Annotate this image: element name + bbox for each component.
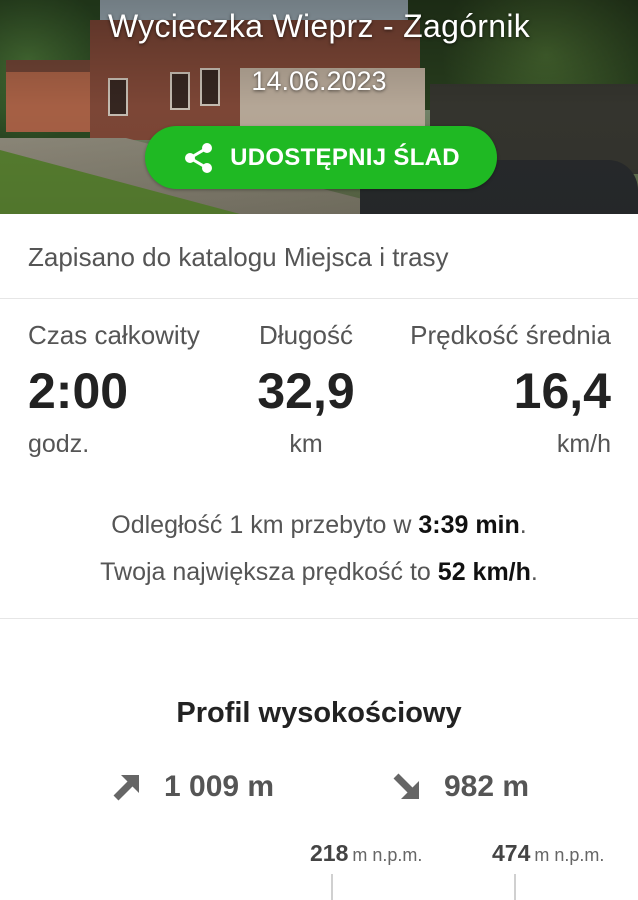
altitude-max-unit: m n.p.m.: [534, 845, 605, 865]
avg-speed-value: 16,4: [513, 363, 611, 419]
descent-value: 982 m: [444, 770, 530, 803]
elevation-profile-title: Profil wysokościowy: [176, 697, 462, 729]
altitude-min-tick: [331, 874, 333, 900]
share-icon: [185, 142, 213, 173]
distance-label: Długość: [259, 320, 353, 350]
total-time-unit: godz.: [28, 430, 90, 458]
max-speed-prefix: Twoja największa prędkość to: [100, 558, 438, 586]
max-speed-info: Twoja największa prędkość to 52 km/h.: [0, 558, 638, 587]
avg-speed-label: Prędkość średnia: [410, 320, 611, 350]
altitude-max-label: 474 m n.p.m.: [492, 840, 604, 867]
share-track-label: UDOSTĘPNIJ ŚLAD: [230, 143, 460, 171]
distance-unit: km: [289, 430, 323, 458]
total-time-label: Czas całkowity: [28, 320, 200, 350]
total-time-value: 2:00: [28, 363, 129, 419]
distance-value: 32,9: [257, 363, 355, 419]
max-speed-suffix: .: [530, 558, 538, 586]
route-title: Wycieczka Wieprz - Zagórnik: [107, 8, 531, 44]
altitude-max-value: 474: [492, 840, 531, 866]
max-speed-value: 52 km/h: [437, 558, 531, 586]
pace-info-suffix: .: [519, 511, 527, 539]
catalog-saved-row[interactable]: Zapisano do katalogu Miejsca i trasy: [0, 214, 638, 299]
altitude-max-tick: [514, 874, 516, 900]
altitude-min-unit: m n.p.m.: [352, 845, 423, 865]
pace-value: 3:39 min: [418, 511, 520, 539]
arrow-down-right-icon: [393, 773, 419, 799]
altitude-min-label: 218 m n.p.m.: [310, 840, 422, 867]
ascent-stat: 1 009 m: [112, 770, 274, 804]
section-divider: [0, 618, 638, 619]
route-date: 14.06.2023: [251, 66, 387, 96]
altitude-min-value: 218: [310, 840, 349, 866]
pace-info: Odległość 1 km przebyto w 3:39 min.: [0, 511, 638, 540]
descent-stat: 982 m: [392, 770, 529, 804]
route-hero-photo: Wycieczka Wieprz - Zagórnik 14.06.2023 U…: [0, 0, 638, 214]
share-track-button[interactable]: UDOSTĘPNIJ ŚLAD: [145, 126, 497, 189]
arrow-up-right-icon: [113, 775, 139, 801]
avg-speed-unit: km/h: [556, 430, 611, 458]
pace-info-prefix: Odległość 1 km przebyto w: [111, 511, 419, 539]
ascent-value: 1 009 m: [164, 770, 275, 803]
catalog-saved-text: Zapisano do katalogu Miejsca i trasy: [28, 242, 449, 272]
